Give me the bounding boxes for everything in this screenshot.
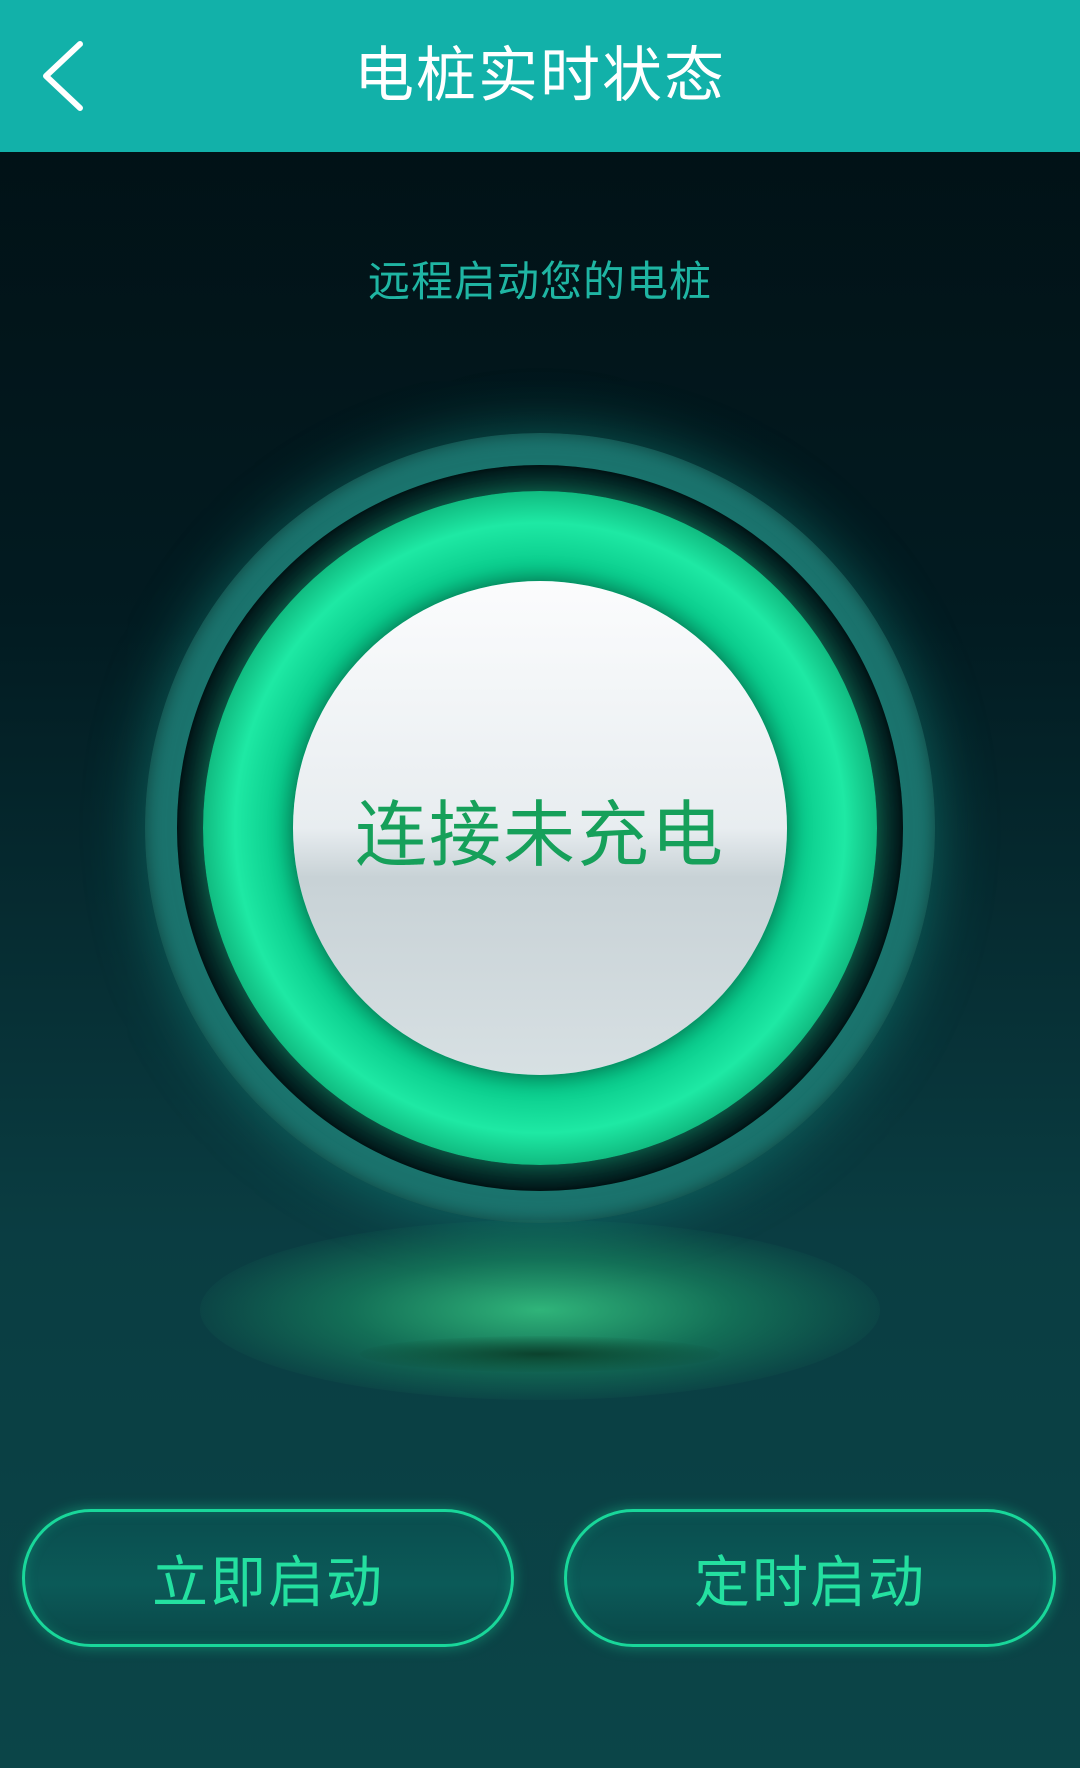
floor-shadow — [360, 1336, 720, 1372]
subtitle: 远程启动您的电桩 — [367, 257, 712, 306]
status-button[interactable]: 连接未充电 — [293, 581, 787, 1075]
scheduled-start-label: 定时启动 — [694, 1550, 926, 1616]
app-screen: 电桩实时状态 远程启动您的电桩 连接未充电 立即启动 定时启动 — [0, 0, 1080, 1768]
start-now-button[interactable]: 立即启动 — [22, 1509, 514, 1647]
scheduled-start-button[interactable]: 定时启动 — [564, 1509, 1056, 1647]
charging-status-dial: 连接未充电 — [145, 433, 935, 1223]
start-now-label: 立即启动 — [152, 1550, 384, 1616]
floor-glow — [200, 1220, 880, 1400]
top-bar: 电桩实时状态 — [0, 0, 1080, 152]
status-text: 连接未充电 — [354, 792, 725, 877]
page-title: 电桩实时状态 — [354, 41, 726, 111]
